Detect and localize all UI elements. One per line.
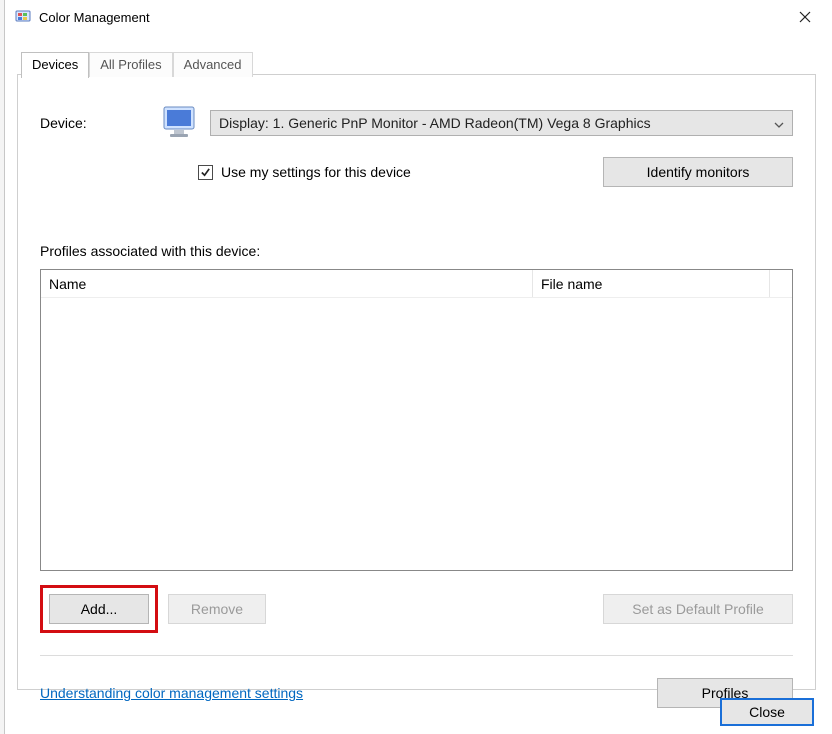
chevron-down-icon xyxy=(774,115,784,131)
device-label: Device: xyxy=(40,115,152,131)
use-my-settings-checkbox[interactable] xyxy=(198,165,213,180)
tab-strip: Devices All Profiles Advanced xyxy=(21,50,253,77)
column-header-file[interactable]: File name xyxy=(533,270,770,297)
monitor-icon xyxy=(160,103,202,143)
set-default-profile-button: Set as Default Profile xyxy=(603,594,793,624)
color-management-window: Color Management Devices All Profiles Ad… xyxy=(4,0,828,734)
column-header-spacer xyxy=(770,270,792,297)
tab-advanced[interactable]: Advanced xyxy=(173,52,253,77)
add-button-highlight: Add... xyxy=(40,585,158,633)
profiles-list[interactable]: Name File name xyxy=(40,269,793,571)
use-my-settings-label: Use my settings for this device xyxy=(221,164,411,180)
device-dropdown-value: Display: 1. Generic PnP Monitor - AMD Ra… xyxy=(219,115,651,131)
devices-tab-panel: Device: Display: 1. Generic PnP Monitor … xyxy=(17,74,816,690)
understanding-link[interactable]: Understanding color management settings xyxy=(40,685,303,701)
tab-all-profiles[interactable]: All Profiles xyxy=(89,52,172,77)
tab-devices[interactable]: Devices xyxy=(21,52,89,78)
column-header-name[interactable]: Name xyxy=(41,270,533,297)
title-bar: Color Management xyxy=(5,0,828,34)
close-button[interactable]: Close xyxy=(720,698,814,726)
separator xyxy=(40,655,793,656)
checkmark-icon xyxy=(200,167,211,178)
profiles-associated-label: Profiles associated with this device: xyxy=(40,243,793,259)
identify-monitors-button[interactable]: Identify monitors xyxy=(603,157,793,187)
profiles-list-header: Name File name xyxy=(41,270,792,298)
app-icon xyxy=(15,9,31,25)
close-icon xyxy=(799,11,811,23)
add-button[interactable]: Add... xyxy=(49,594,149,624)
remove-button: Remove xyxy=(168,594,266,624)
window-title: Color Management xyxy=(39,10,150,25)
device-dropdown[interactable]: Display: 1. Generic PnP Monitor - AMD Ra… xyxy=(210,110,793,136)
close-window-button[interactable] xyxy=(782,0,828,34)
